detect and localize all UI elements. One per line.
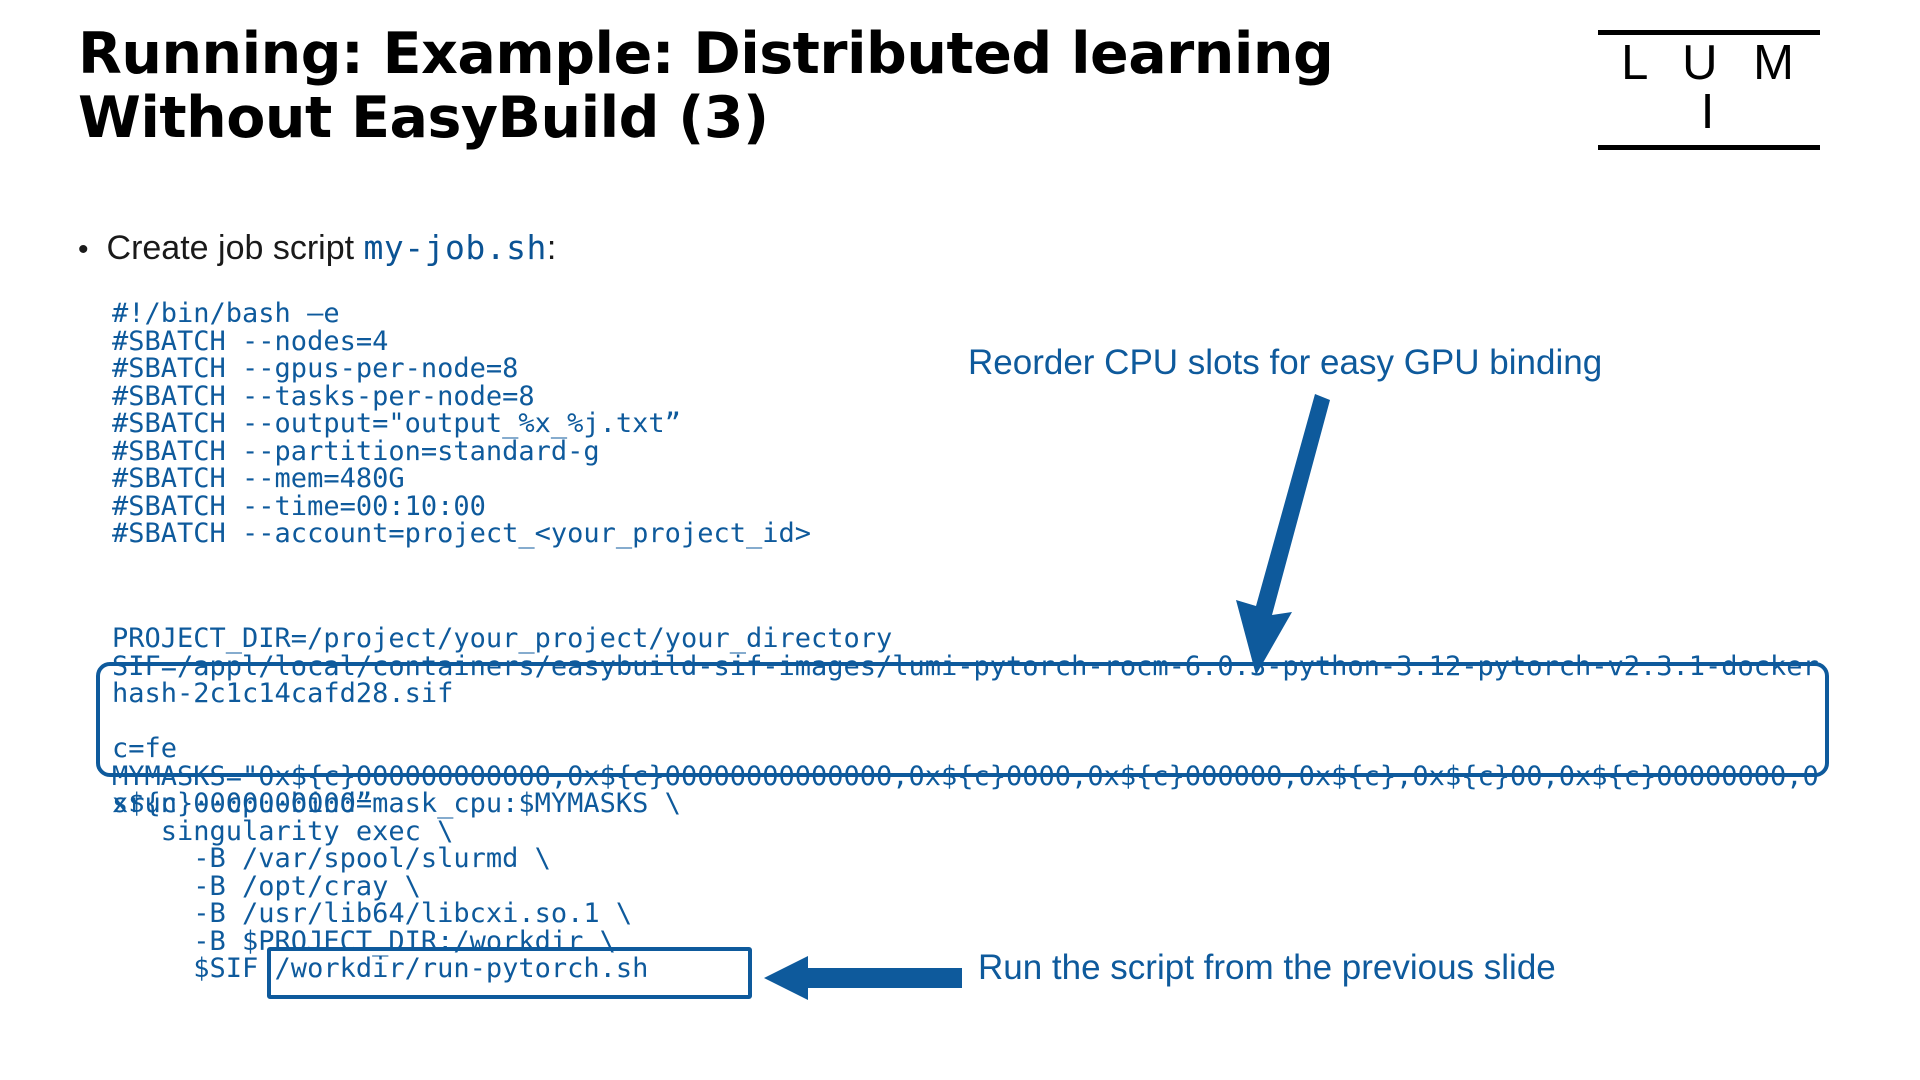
logo-wordmark: L U M I (1621, 36, 1805, 139)
bullet-text-before: Create job script (106, 229, 364, 267)
bullet-item: • Create job script my-job.sh: (78, 228, 556, 268)
highlight-box-run-script (267, 947, 752, 999)
logo-bottom-rule (1598, 145, 1820, 150)
bullet-text-after: : (546, 229, 557, 267)
page-title: Running: Example: Distributed learning W… (78, 21, 1334, 152)
slide-canvas: Running: Example: Distributed learning W… (0, 0, 1920, 1080)
annotation-reorder-cpu-slots: Reorder CPU slots for easy GPU binding (968, 343, 1603, 382)
lumi-logo: L U M I (1598, 30, 1820, 150)
bullet-dot-icon: • (78, 233, 89, 266)
code-block-sbatch: #!/bin/bash –e #SBATCH --nodes=4 #SBATCH… (112, 298, 811, 549)
bullet-label: Create job script my-job.sh: (107, 228, 557, 268)
annotation-run-script: Run the script from the previous slide (978, 948, 1556, 987)
bullet-code-filename: my-job.sh (363, 228, 547, 267)
arrow-down-icon (1236, 394, 1330, 675)
arrow-left-icon (764, 956, 962, 1000)
